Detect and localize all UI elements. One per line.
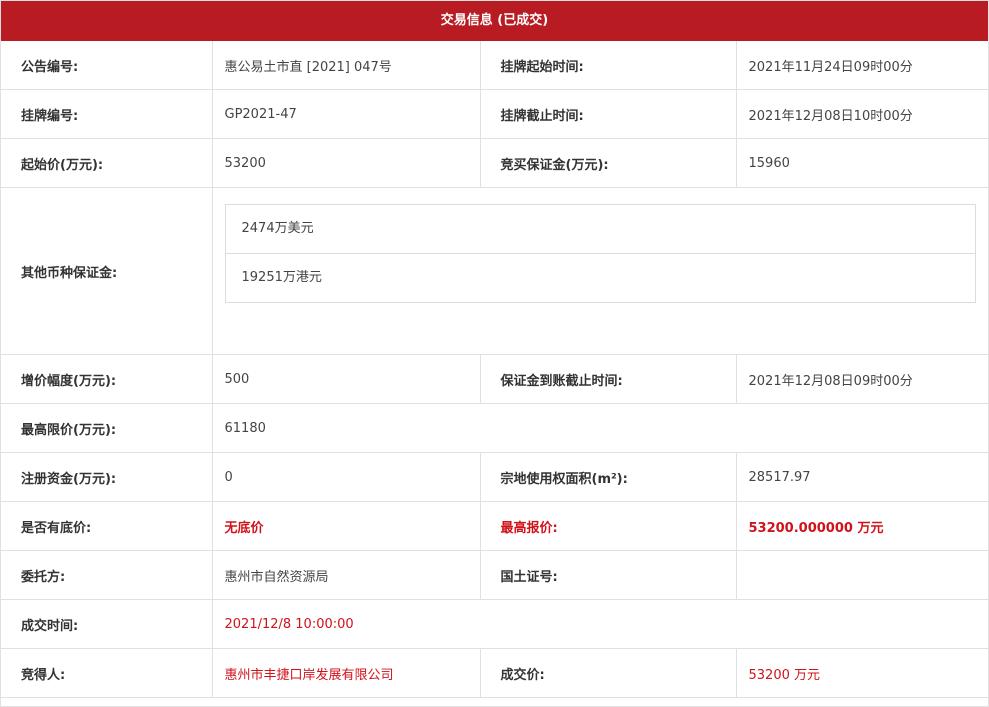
transaction-info-panel: 交易信息 (已成交) 公告编号: 惠公易土市直 [2021] 047号 挂牌起始…	[0, 0, 989, 707]
top-bid-value: 53200.000000 万元	[736, 501, 988, 551]
listing-end-label: 挂牌截止时间:	[480, 89, 737, 139]
start-price-value: 53200	[212, 138, 481, 188]
increment-label: 增价幅度(万元):	[1, 354, 213, 404]
table-row: 其他币种保证金: 2474万美元 19251万港元	[1, 187, 988, 355]
deposit-value: 15960	[736, 138, 988, 188]
land-area-value: 28517.97	[736, 452, 988, 502]
start-price-label: 起始价(万元):	[1, 138, 213, 188]
deal-price-value: 53200 万元	[736, 648, 988, 698]
table-row: 注册资金(万元): 0 宗地使用权面积(m²): 28517.97	[1, 452, 988, 502]
transaction-info-table: 公告编号: 惠公易土市直 [2021] 047号 挂牌起始时间: 2021年11…	[1, 41, 988, 698]
entrust-label: 委托方:	[1, 550, 213, 600]
increment-value: 500	[212, 354, 481, 404]
reserve-value: 无底价	[212, 501, 481, 551]
listing-start-label: 挂牌起始时间:	[480, 41, 737, 90]
deposit-deadline-label: 保证金到账截止时间:	[480, 354, 737, 404]
winner-label: 竞得人:	[1, 648, 213, 698]
table-row: 成交时间: 2021/12/8 10:00:00	[1, 599, 988, 649]
table-row: 公告编号: 惠公易土市直 [2021] 047号 挂牌起始时间: 2021年11…	[1, 41, 988, 90]
land-area-label: 宗地使用权面积(m²):	[480, 452, 737, 502]
table-row: 挂牌编号: GP2021-47 挂牌截止时间: 2021年12月08日10时00…	[1, 89, 988, 139]
deal-time-value: 2021/12/8 10:00:00	[212, 599, 988, 649]
other-currency-list: 2474万美元 19251万港元	[224, 204, 976, 303]
max-price-value: 61180	[212, 403, 988, 453]
deposit-label: 竞买保证金(万元):	[480, 138, 737, 188]
table-row: 最高限价(万元): 61180	[1, 403, 988, 453]
listing-no-value: GP2021-47	[212, 89, 481, 139]
table-row: 委托方: 惠州市自然资源局 国土证号:	[1, 550, 988, 600]
table-row: 起始价(万元): 53200 竞买保证金(万元): 15960	[1, 138, 988, 188]
top-bid-label: 最高报价:	[480, 501, 737, 551]
reg-capital-value: 0	[212, 452, 481, 502]
list-item: 2474万美元	[225, 205, 975, 254]
reserve-label: 是否有底价:	[1, 501, 213, 551]
deposit-deadline-value: 2021年12月08日09时00分	[736, 354, 988, 404]
land-cert-value	[736, 550, 988, 600]
notice-no-label: 公告编号:	[1, 41, 213, 90]
panel-title: 交易信息 (已成交)	[1, 1, 988, 41]
table-row: 竞得人: 惠州市丰捷口岸发展有限公司 成交价: 53200 万元	[1, 648, 988, 698]
winner-value: 惠州市丰捷口岸发展有限公司	[212, 648, 481, 698]
listing-no-label: 挂牌编号:	[1, 89, 213, 139]
listing-start-value: 2021年11月24日09时00分	[736, 41, 988, 90]
notice-no-value: 惠公易土市直 [2021] 047号	[212, 41, 481, 90]
list-item: 19251万港元	[241, 270, 322, 285]
other-currency-label: 其他币种保证金:	[1, 187, 213, 355]
deal-time-label: 成交时间:	[1, 599, 213, 649]
reg-capital-label: 注册资金(万元):	[1, 452, 213, 502]
table-row: 是否有底价: 无底价 最高报价: 53200.000000 万元	[1, 501, 988, 551]
entrust-value: 惠州市自然资源局	[212, 550, 481, 600]
other-currency-cell: 2474万美元 19251万港元	[212, 187, 988, 355]
max-price-label: 最高限价(万元):	[1, 403, 213, 453]
deal-price-label: 成交价:	[480, 648, 737, 698]
land-cert-label: 国土证号:	[480, 550, 737, 600]
table-row: 增价幅度(万元): 500 保证金到账截止时间: 2021年12月08日09时0…	[1, 354, 988, 404]
listing-end-value: 2021年12月08日10时00分	[736, 89, 988, 139]
